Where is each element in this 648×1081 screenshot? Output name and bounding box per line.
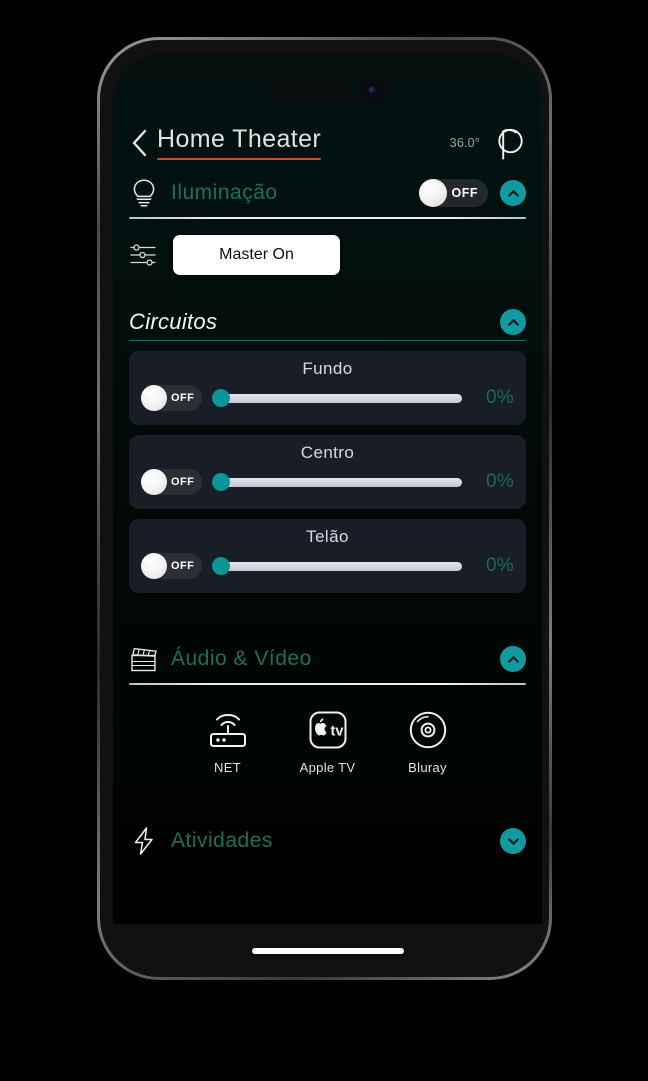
toggle-knob [418, 179, 447, 207]
slider-thumb[interactable] [212, 557, 231, 575]
section-audio-video: Áudio & Vídeo NET tv Apple TV Bluray [113, 637, 542, 775]
title-underline [157, 157, 322, 160]
slider-track [220, 393, 462, 403]
toggle-knob [141, 469, 167, 495]
av-device-list: NET tv Apple TV Bluray [113, 685, 542, 775]
phone-screen: Home Theater 36.0° Iluminação OFF Master… [113, 53, 542, 970]
toggle-knob [141, 385, 167, 411]
section-title-lighting: Iluminação [171, 181, 278, 204]
header-right: 36.0° [450, 125, 524, 161]
chevron-up-icon [507, 318, 519, 326]
circuit-name: Fundo [302, 359, 353, 378]
chevron-up-icon [507, 189, 519, 197]
router-wifi-icon [205, 707, 251, 753]
master-on-button[interactable]: Master On [173, 235, 340, 275]
chevron-up-icon [507, 655, 519, 663]
collapse-lighting-button[interactable] [500, 180, 526, 206]
circuit-dimmer-slider[interactable] [212, 555, 462, 577]
circuit-toggle[interactable]: OFF [141, 553, 203, 579]
section-header-lighting: Iluminação OFF [113, 171, 542, 215]
av-device-label: Apple TV [299, 760, 356, 775]
circuit-controls: OFF 0% [141, 553, 514, 579]
disc-icon [406, 707, 450, 753]
slider-track [220, 477, 462, 487]
section-header-activities: Atividades [113, 819, 542, 863]
circuit-toggle-label: OFF [171, 560, 195, 572]
collapse-circuits-button[interactable] [500, 309, 526, 335]
av-device-label: Bluray [408, 760, 447, 775]
svg-text:tv: tv [330, 723, 343, 739]
expand-activities-button[interactable] [500, 828, 526, 854]
circuit-controls: OFF 0% [141, 469, 514, 495]
phone-bezel: Home Theater 36.0° Iluminação OFF Master… [100, 40, 549, 977]
home-indicator-area [113, 924, 542, 970]
av-device-label: NET [214, 760, 241, 775]
circuit-percent: 0% [485, 471, 514, 492]
front-camera-icon [357, 75, 387, 105]
circuit-toggle[interactable]: OFF [141, 385, 203, 411]
circuit-toggle-label: OFF [171, 476, 195, 488]
chevron-down-icon [507, 837, 519, 845]
profile-logo-icon[interactable] [490, 125, 524, 161]
toggle-knob [141, 553, 167, 579]
lightning-bolt-icon [134, 827, 153, 855]
phone-frame: Home Theater 36.0° Iluminação OFF Master… [97, 37, 552, 980]
screenshot-root: Home Theater 36.0° Iluminação OFF Master… [0, 0, 648, 1081]
circuit-dimmer-slider[interactable] [212, 471, 462, 493]
app-header: Home Theater 36.0° [113, 115, 542, 171]
slider-thumb[interactable] [212, 389, 231, 407]
section-title-activities: Atividades [171, 829, 273, 852]
circuit-percent: 0% [485, 555, 514, 576]
island-pill [268, 75, 349, 105]
circuit-list: Fundo OFF 0% Centro OFF 0% Telão OFF 0% [113, 341, 542, 593]
circuit-percent: 0% [485, 387, 514, 408]
master-row: Master On [113, 219, 542, 275]
app-content: Home Theater 36.0° Iluminação OFF Master… [113, 53, 542, 970]
section-activities: Atividades [113, 819, 542, 863]
circuit-card: Fundo OFF 0% [129, 351, 526, 425]
circuit-name: Telão [306, 527, 349, 546]
av-device-net[interactable]: NET [191, 707, 265, 775]
section-header-circuits: Circuitos [113, 309, 542, 340]
slider-thumb[interactable] [212, 473, 231, 491]
lightbulb-icon [133, 179, 155, 207]
circuit-name: Centro [300, 443, 355, 462]
lighting-toggle-label: OFF [451, 186, 478, 200]
collapse-av-button[interactable] [500, 646, 526, 672]
page-title-wrap: Home Theater [157, 125, 322, 160]
circuit-card: Centro OFF 0% [129, 435, 526, 509]
section-title-av: Áudio & Vídeo [171, 647, 312, 670]
clapperboard-icon [131, 647, 157, 672]
section-title-circuits: Circuitos [129, 309, 218, 334]
temperature-label: 36.0° [449, 136, 480, 150]
apple-tv-icon: tv [306, 707, 350, 753]
section-header-av: Áudio & Vídeo [113, 637, 542, 681]
home-indicator[interactable] [251, 948, 404, 954]
chevron-left-icon [132, 129, 146, 157]
master-on-label: Master On [219, 246, 294, 263]
sliders-icon[interactable] [129, 241, 159, 269]
page-title: Home Theater [157, 125, 322, 154]
circuit-toggle[interactable]: OFF [141, 469, 203, 495]
circuit-controls: OFF 0% [141, 385, 514, 411]
circuit-card: Telão OFF 0% [129, 519, 526, 593]
av-device-apple-tv[interactable]: tv Apple TV [291, 707, 365, 775]
slider-track [220, 561, 462, 571]
dynamic-island [268, 75, 387, 105]
circuit-dimmer-slider[interactable] [212, 387, 462, 409]
circuit-toggle-label: OFF [171, 392, 195, 404]
back-button[interactable] [125, 126, 153, 160]
av-device-bluray[interactable]: Bluray [391, 707, 465, 775]
lighting-master-toggle[interactable]: OFF [418, 179, 488, 207]
